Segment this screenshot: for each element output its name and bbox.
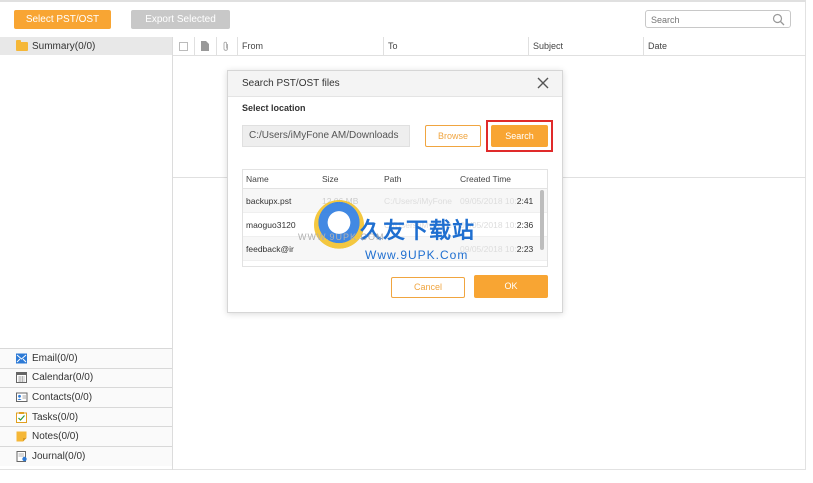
column-to[interactable]: To: [383, 36, 528, 56]
sidebar-item-notes[interactable]: Notes(0/0): [0, 426, 172, 446]
results-body: backupx.pst 12.06 MB C:/Users/iMyFone 09…: [243, 189, 547, 261]
select-location-label: Select location: [242, 103, 306, 113]
search-button[interactable]: Search: [491, 125, 548, 147]
attachment-type-col: [194, 36, 216, 56]
row-created-time: 2:23: [516, 244, 534, 254]
row-name: feedback@ir: [246, 244, 294, 254]
journal-icon: [16, 450, 28, 462]
tasks-label: Tasks(0/0): [32, 411, 79, 423]
column-subject[interactable]: Subject: [528, 36, 643, 56]
contacts-icon: [16, 392, 28, 403]
table-row[interactable]: backupx.pst 12.06 MB C:/Users/iMyFone 09…: [243, 189, 547, 213]
sidebar: Summary(0/0) Email(0/0) Calendar(0/0) Co…: [0, 37, 173, 470]
summary-label: Summary(0/0): [32, 40, 96, 52]
results-col-name: Name: [246, 174, 269, 184]
row-created: 09/05/2018 10:2:41: [457, 189, 537, 212]
tasks-icon: [16, 411, 28, 423]
row-size: [319, 213, 381, 236]
search-input[interactable]: [651, 13, 766, 26]
calendar-icon: [16, 372, 28, 384]
sidebar-item-email[interactable]: Email(0/0): [0, 348, 172, 368]
location-path-field[interactable]: C:/Users/iMyFone AM/Downloads: [242, 125, 410, 147]
dialog-title: Search PST/OST files: [242, 78, 340, 89]
results-header: Name Size Path Created Time: [243, 170, 547, 189]
select-all-checkbox-cell: [173, 37, 194, 56]
cancel-button[interactable]: Cancel: [391, 277, 465, 298]
attachment-col: [216, 36, 237, 56]
ok-button[interactable]: OK: [474, 275, 548, 298]
message-table-header: From To Subject Date: [173, 36, 806, 56]
row-created: 09/05/2018 10:2:23: [457, 237, 537, 260]
row-name: maoguo3120: [246, 220, 296, 230]
results-col-created: Created Time: [460, 174, 512, 184]
row-created-time: 2:41: [516, 196, 534, 206]
row-size: [319, 237, 381, 260]
search-highlight-box: Search: [486, 120, 553, 152]
paperclip-icon: [223, 41, 228, 51]
row-name: backupx.pst: [246, 196, 292, 206]
results-col-size: Size: [322, 174, 339, 184]
magnifier-icon[interactable]: [772, 13, 785, 26]
row-size: 12.06 MB: [322, 196, 359, 206]
sidebar-item-summary[interactable]: Summary(0/0): [0, 37, 172, 55]
folder-icon: [16, 39, 28, 51]
browse-button[interactable]: Browse: [425, 125, 481, 147]
select-all-checkbox[interactable]: [179, 41, 188, 51]
row-path: C:/Users/iMyFone: [384, 196, 453, 206]
sidebar-item-tasks[interactable]: Tasks(0/0): [0, 406, 172, 427]
journal-label: Journal(0/0): [32, 450, 86, 462]
row-path: C:/Users/iMyFone: [384, 220, 453, 230]
app-window: Select PST/OST Export Selected Summary(0…: [0, 0, 806, 470]
close-icon[interactable]: [536, 76, 550, 90]
column-date[interactable]: Date: [643, 36, 806, 56]
results-scrollbar[interactable]: [540, 190, 544, 250]
top-border: [0, 0, 806, 2]
contacts-label: Contacts(0/0): [32, 391, 93, 403]
document-icon: [201, 40, 209, 51]
row-path: [381, 237, 457, 260]
row-created-faded: 09/05/2018 10:: [460, 220, 517, 230]
sidebar-item-journal[interactable]: Journal(0/0): [0, 445, 172, 466]
sidebar-item-calendar[interactable]: Calendar(0/0): [0, 367, 172, 388]
results-table: Name Size Path Created Time backupx.pst …: [242, 169, 548, 267]
calendar-label: Calendar(0/0): [32, 372, 94, 384]
row-created: 09/05/2018 10:2:36: [457, 213, 537, 236]
notes-label: Notes(0/0): [32, 431, 79, 443]
notes-icon: [16, 431, 28, 442]
email-icon: [16, 353, 28, 364]
search-pst-dialog: Search PST/OST files Select location C:/…: [227, 70, 563, 313]
column-from[interactable]: From: [237, 36, 383, 56]
row-created-time: 2:36: [516, 220, 534, 230]
export-selected-button[interactable]: Export Selected: [131, 10, 230, 29]
email-label: Email(0/0): [32, 352, 78, 364]
row-created-faded: 09/05/2018 10:: [460, 196, 517, 206]
table-row[interactable]: feedback@ir 09/05/2018 10:2:23: [243, 237, 547, 261]
sidebar-item-contacts[interactable]: Contacts(0/0): [0, 387, 172, 407]
results-col-path: Path: [384, 174, 402, 184]
dialog-titlebar: Search PST/OST files: [228, 71, 562, 97]
search-field[interactable]: [645, 10, 791, 28]
select-pst-ost-button[interactable]: Select PST/OST: [14, 10, 111, 29]
row-created-faded: 09/05/2018 10:: [460, 244, 517, 254]
category-list: Email(0/0) Calendar(0/0) Contacts(0/0) T…: [0, 348, 172, 466]
table-row[interactable]: maoguo3120 C:/Users/iMyFone 09/05/2018 1…: [243, 213, 547, 237]
